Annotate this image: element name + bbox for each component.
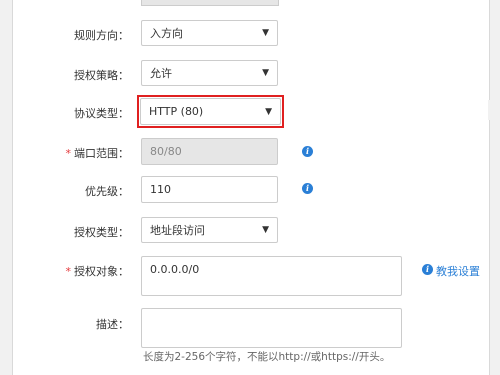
required-mark: *: [65, 265, 72, 278]
caret-down-icon: ▼: [262, 225, 269, 235]
rule-direction-select[interactable]: 入方向 ▼: [141, 20, 278, 46]
auth-type-value: 地址段访问: [150, 224, 205, 237]
info-icon: i: [422, 264, 433, 275]
caret-down-icon: ▼: [262, 68, 269, 78]
caret-down-icon: ▼: [262, 28, 269, 38]
info-icon[interactable]: i: [302, 183, 313, 194]
port-range-input: 80/80: [141, 138, 278, 165]
auth-object-textarea[interactable]: 0.0.0.0/0: [141, 256, 402, 296]
auth-policy-label: 授权策略：: [13, 67, 129, 83]
description-label: 描述：: [13, 316, 129, 332]
description-hint: 长度为2-256个字符，不能以http://或https://开头。: [143, 351, 391, 363]
rule-direction-label-text: 规则方向：: [74, 29, 129, 42]
auth-object-value: 0.0.0.0/0: [150, 263, 200, 276]
port-range-label-text: 端口范围：: [74, 147, 129, 160]
auth-type-label-text: 授权类型：: [74, 226, 129, 239]
priority-input[interactable]: 110: [141, 176, 278, 203]
auth-policy-select[interactable]: 允许 ▼: [141, 60, 278, 86]
protocol-type-label: 协议类型：: [13, 105, 129, 121]
security-rule-dialog: 规则方向： 入方向 ▼ 授权策略： 允许 ▼ 协议类型： HTTP (80) ▼…: [12, 0, 490, 375]
priority-label: 优先级：: [13, 183, 129, 199]
description-textarea[interactable]: [141, 308, 402, 348]
caret-down-icon: ▼: [265, 106, 272, 117]
protocol-type-label-text: 协议类型：: [74, 107, 129, 120]
auth-object-label-text: 授权对象：: [74, 265, 129, 278]
protocol-type-value: HTTP (80): [149, 105, 204, 118]
required-mark: *: [65, 147, 72, 160]
port-range-value: 80/80: [150, 145, 182, 158]
info-icon[interactable]: i: [302, 146, 313, 157]
auth-policy-value: 允许: [150, 67, 172, 80]
rule-direction-value: 入方向: [150, 27, 183, 40]
truncated-field: [141, 0, 279, 6]
auth-type-label: 授权类型：: [13, 224, 129, 240]
background-edge: [488, 100, 500, 120]
protocol-type-select[interactable]: HTTP (80) ▼: [140, 98, 281, 125]
port-range-label: * 端口范围：: [13, 145, 130, 161]
auth-policy-label-text: 授权策略：: [74, 69, 129, 82]
priority-value: 110: [150, 183, 171, 196]
priority-label-text: 优先级：: [85, 185, 129, 198]
description-label-text: 描述：: [96, 318, 129, 331]
auth-type-select[interactable]: 地址段访问 ▼: [141, 217, 278, 243]
auth-object-label: * 授权对象：: [13, 263, 130, 279]
help-link[interactable]: 教我设置: [436, 263, 480, 279]
rule-direction-label: 规则方向：: [13, 27, 129, 43]
